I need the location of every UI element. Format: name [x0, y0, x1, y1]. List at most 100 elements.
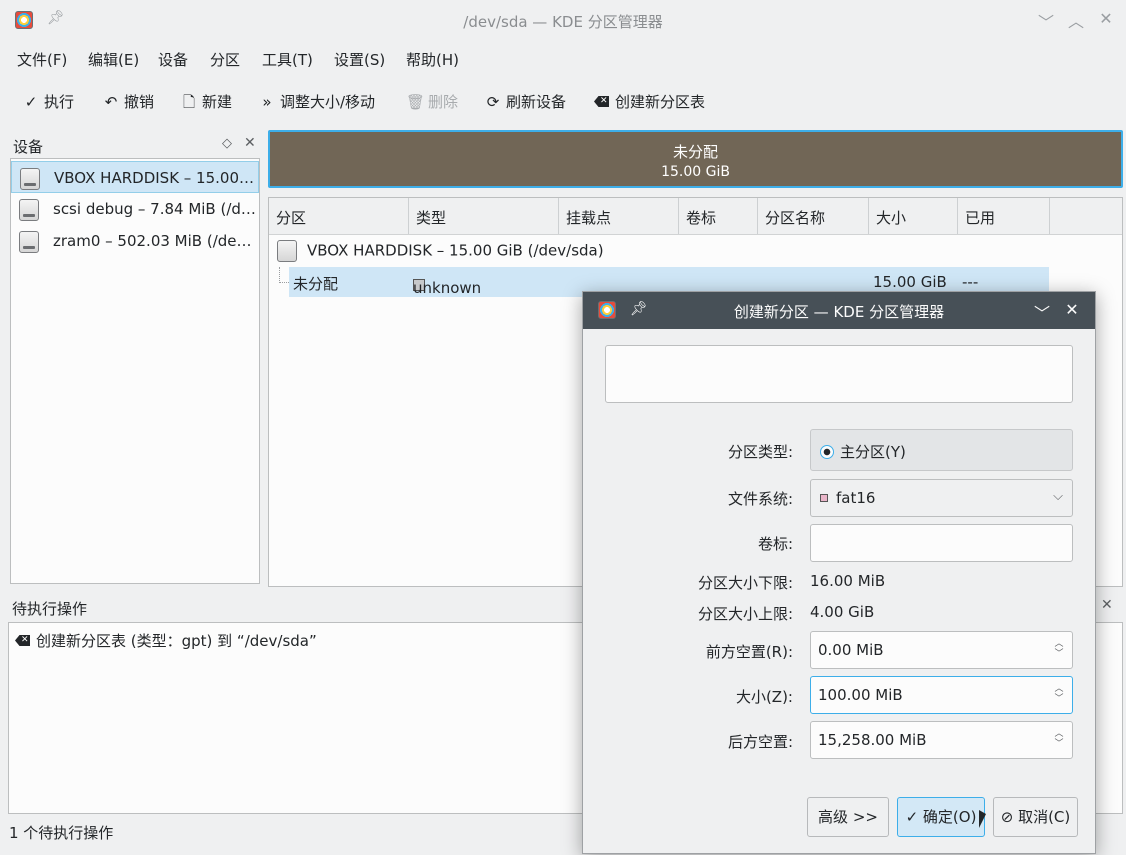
segment-size: 15.00 GiB — [661, 164, 730, 180]
menu-device[interactable]: 设备 — [158, 49, 188, 70]
resize-label: 调整大小/移动 — [280, 93, 376, 111]
partition-type-label: 分区类型: — [727, 443, 793, 461]
col-partition-name[interactable]: 分区名称 — [765, 207, 825, 228]
menu-help[interactable]: 帮助(H) — [406, 49, 459, 70]
cancel-label: 取消(C) — [1018, 808, 1071, 826]
size-value: 100.00 MiB — [818, 686, 903, 704]
partition-type-group: 主分区(Y) — [810, 429, 1073, 471]
cancel-icon: ⊘ — [1000, 808, 1019, 826]
close-icon[interactable]: ✕ — [1097, 9, 1115, 28]
dialog-title-bar: 📌︎ 创建新分区 — KDE 分区管理器 ﹀ ✕ — [583, 292, 1095, 329]
harddisk-icon — [19, 231, 39, 253]
menu-file[interactable]: 文件(F) — [17, 49, 67, 70]
close-panel-icon[interactable]: ✕ — [244, 135, 256, 151]
device-label: VBOX HARDDISK – 15.00 GiB (/dev/sda) — [54, 169, 258, 187]
volume-label-field[interactable] — [810, 524, 1073, 562]
row-size: 15.00 GiB — [873, 273, 947, 291]
cancel-button[interactable]: ⊘ 取消(C) — [993, 797, 1078, 837]
new-label: 新建 — [202, 93, 233, 111]
minimize-icon[interactable]: ﹀ — [1033, 300, 1051, 324]
device-list: VBOX HARDDISK – 15.00 GiB (/dev/sda) scs… — [10, 158, 260, 584]
status-bar: 1 个待执行操作 — [9, 824, 114, 842]
apply-button[interactable]: ✓ 执行 — [22, 91, 74, 112]
min-size-label: 分区大小下限: — [697, 574, 793, 592]
spin-arrows-icon[interactable]: ︿ ﹀ — [1053, 639, 1065, 659]
close-panel-icon[interactable]: ✕ — [1101, 597, 1113, 613]
title-bar: 📌︎ /dev/sda — KDE 分区管理器 ﹀ ︿ ✕ — [0, 0, 1126, 40]
primary-partition-radio[interactable]: 主分区(Y) — [820, 441, 906, 462]
close-icon[interactable]: ✕ — [1063, 300, 1081, 319]
spin-arrows-icon[interactable]: ︿ ﹀ — [1053, 684, 1065, 704]
ok-label: 确定(O) — [922, 808, 977, 826]
tree-line — [279, 267, 289, 283]
maximize-icon[interactable]: ︿ — [1067, 8, 1085, 32]
new-partition-table-button[interactable]: ✕ 创建新分区表 — [594, 91, 705, 112]
trash-icon: 🗑︎ — [406, 93, 426, 111]
filesystem-value: fat16 — [836, 489, 876, 507]
col-mountpoint[interactable]: 挂载点 — [566, 207, 611, 228]
free-after-value: 15,258.00 MiB — [818, 731, 927, 749]
free-before-value: 0.00 MiB — [818, 641, 884, 659]
volume-label-label: 卷标: — [757, 535, 793, 553]
double-chevron-right-icon: » — [262, 93, 272, 111]
device-item-sdb[interactable]: scsi debug – 7.84 MiB (/dev/sdb) — [11, 193, 259, 225]
menu-settings[interactable]: 设置(S) — [334, 49, 385, 70]
undo-button[interactable]: ↶ 撤销 — [102, 91, 154, 112]
check-icon: ✓ — [905, 808, 923, 826]
list-item[interactable]: ✕ 创建新分区表 (类型：gpt) 到 “/dev/sda” — [15, 630, 317, 651]
ok-button[interactable]: ✓ 确定(O) — [897, 797, 985, 837]
size-spinbox[interactable]: 100.00 MiB ︿ ﹀ — [810, 676, 1073, 714]
fs-color-swatch — [820, 494, 828, 502]
col-size[interactable]: 大小 — [876, 207, 906, 228]
menu-partition[interactable]: 分区 — [210, 49, 240, 70]
new-button[interactable]: 🗋︎ 新建 — [180, 91, 232, 117]
row-partition: 未分配 — [293, 275, 339, 293]
window-title: /dev/sda — KDE 分区管理器 — [463, 13, 663, 31]
dialog-title: 创建新分区 — KDE 分区管理器 — [733, 303, 945, 321]
unallocated-segment[interactable]: 未分配 15.00 GiB — [268, 130, 1123, 188]
device-row-label: VBOX HARDDISK – 15.00 GiB (/dev/sda) — [307, 241, 604, 260]
col-used[interactable]: 已用 — [965, 207, 995, 228]
device-row[interactable]: VBOX HARDDISK – 15.00 GiB (/dev/sda) — [277, 240, 604, 262]
advanced-button[interactable]: 高级 >> — [807, 797, 889, 837]
undo-icon: ↶ — [104, 93, 118, 111]
resize-move-button[interactable]: » 调整大小/移动 — [258, 91, 375, 112]
apply-label: 执行 — [44, 93, 75, 111]
refresh-devices-button[interactable]: ⟳ 刷新设备 — [484, 91, 566, 112]
col-partition[interactable]: 分区 — [276, 207, 306, 228]
devices-header: 设备 — [13, 138, 44, 156]
clear-icon: ✕ — [594, 96, 609, 107]
menu-edit[interactable]: 编辑(E) — [88, 49, 139, 70]
spin-arrows-icon[interactable]: ︿ ﹀ — [1053, 729, 1065, 749]
devices-panel: 设备 ◇ ✕ VBOX HARDDISK – 15.00 GiB (/dev/s… — [8, 130, 264, 587]
col-label[interactable]: 卷标 — [686, 207, 716, 228]
radio-icon — [820, 445, 834, 459]
filesystem-select[interactable]: fat16 ⌵ — [810, 479, 1073, 517]
device-item-sda[interactable]: VBOX HARDDISK – 15.00 GiB (/dev/sda) — [11, 161, 259, 193]
check-icon: ✓ — [24, 93, 38, 111]
max-size-label: 分区大小上限: — [697, 605, 793, 623]
refresh-label: 刷新设备 — [506, 93, 567, 111]
device-item-zram0[interactable]: zram0 – 502.03 MiB (/dev/zram0) — [11, 225, 259, 257]
pending-item-label: 创建新分区表 (类型：gpt) 到 “/dev/sda” — [36, 632, 317, 650]
segment-label: 未分配 — [672, 143, 718, 161]
device-label: scsi debug – 7.84 MiB (/dev/sdb) — [53, 200, 257, 218]
pending-header: 待执行操作 — [12, 600, 88, 618]
new-document-icon: 🗋︎ — [182, 93, 196, 111]
col-type[interactable]: 类型 — [416, 207, 446, 228]
delete-label: 删除 — [428, 93, 459, 111]
create-partition-dialog: 📌︎ 创建新分区 — KDE 分区管理器 ﹀ ✕ 分区类型: 主分区(Y) 文件… — [582, 291, 1096, 854]
partition-preview[interactable] — [605, 345, 1073, 403]
free-after-label: 后方空置: — [727, 733, 793, 751]
delete-button[interactable]: 🗑︎ 删除 — [406, 91, 458, 112]
menu-tools[interactable]: 工具(T) — [262, 49, 313, 70]
free-after-spinbox[interactable]: 15,258.00 MiB ︿ ﹀ — [810, 721, 1073, 759]
free-before-label: 前方空置(R): — [705, 643, 793, 661]
mouse-cursor-icon — [979, 810, 986, 828]
minimize-icon[interactable]: ﹀ — [1037, 9, 1055, 33]
row-type-label: unknown — [413, 279, 482, 297]
clear-icon: ✕ — [15, 635, 30, 646]
device-label: zram0 – 502.03 MiB (/dev/zram0) — [53, 232, 257, 250]
free-before-spinbox[interactable]: 0.00 MiB ︿ ﹀ — [810, 631, 1073, 669]
float-panel-icon[interactable]: ◇ — [222, 136, 232, 151]
